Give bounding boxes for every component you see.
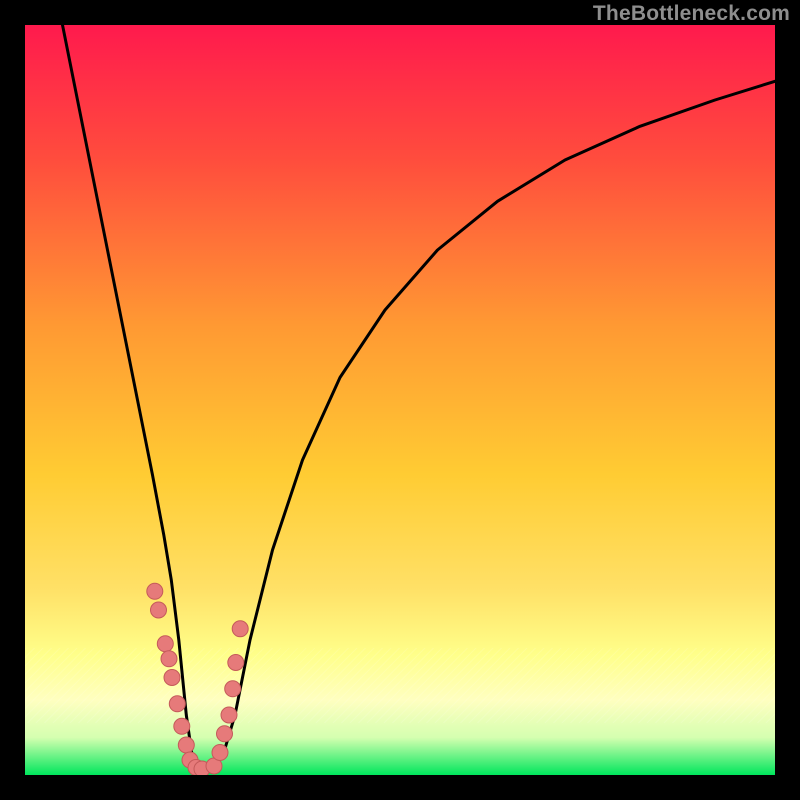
bead-point bbox=[212, 745, 228, 761]
bead-point bbox=[232, 621, 248, 637]
bead-point bbox=[169, 696, 185, 712]
bead-point bbox=[221, 707, 237, 723]
bead-point bbox=[161, 651, 177, 667]
bead-point bbox=[157, 636, 173, 652]
bead-point bbox=[174, 718, 190, 734]
bead-point bbox=[147, 583, 163, 599]
watermark-text: TheBottleneck.com bbox=[593, 2, 790, 26]
bead-point bbox=[225, 681, 241, 697]
bead-group bbox=[147, 583, 248, 775]
chart-svg bbox=[25, 25, 775, 775]
bead-point bbox=[151, 602, 167, 618]
bead-point bbox=[228, 655, 244, 671]
outer-frame: TheBottleneck.com bbox=[0, 0, 800, 800]
bead-point bbox=[178, 737, 194, 753]
bead-point bbox=[164, 670, 180, 686]
plot-area bbox=[25, 25, 775, 775]
bead-point bbox=[217, 726, 233, 742]
